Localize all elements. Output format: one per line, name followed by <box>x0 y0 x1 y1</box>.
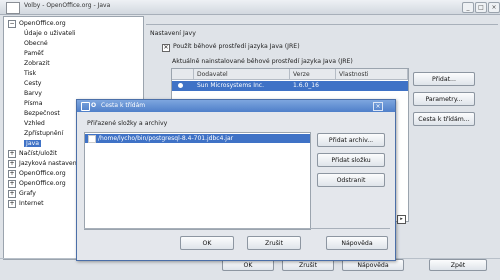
tree-item-colors[interactable]: Barvy <box>24 89 42 98</box>
tree-item-label: Vzhled <box>24 120 45 127</box>
classpath-list[interactable]: /home/lycho/bin/postgresql-8.4-701.jdbc4… <box>84 132 311 230</box>
tree-item-label: Tisk <box>24 70 37 77</box>
tree-item-label: Bezpečnost <box>24 110 60 117</box>
parameters-button[interactable]: Parametry... <box>413 92 475 106</box>
maximize-button[interactable]: □ <box>475 2 487 13</box>
close-button[interactable]: × <box>488 2 500 13</box>
tree-item-java[interactable]: Java <box>24 139 42 148</box>
tree-item-charts[interactable]: + Grafy <box>8 189 36 198</box>
tree-item-appearance[interactable]: Vzhled <box>24 119 45 128</box>
expand-icon[interactable]: + <box>8 200 16 208</box>
tree-item-security[interactable]: Bezpečnost <box>24 109 60 118</box>
tree-item-label: OpenOffice.org <box>19 170 66 177</box>
tree-item-label: Načíst/uložit <box>19 150 58 157</box>
scroll-right-icon[interactable]: ▸ <box>397 215 406 224</box>
tree-item-label: Zpřístupnění <box>24 130 64 137</box>
use-jre-checkbox[interactable]: ✕ <box>162 44 170 52</box>
minimize-button[interactable]: _ <box>462 2 474 13</box>
dialog-cancel-button[interactable]: Zrušit <box>247 236 301 250</box>
tree-item-accessibility[interactable]: Zpřístupnění <box>24 129 63 138</box>
add-folder-button[interactable]: Přidat složku <box>317 153 385 167</box>
tree-item-label: Paměť <box>24 50 44 57</box>
tree-item-user-data[interactable]: Údaje o uživateli <box>24 29 76 38</box>
tree-item-fonts[interactable]: Písma <box>24 99 43 108</box>
tree-item-label: Barvy <box>24 90 42 97</box>
dialog-divider <box>84 228 390 229</box>
dialog-title: Cesta k třídám <box>101 102 146 109</box>
expand-icon[interactable]: + <box>8 180 16 188</box>
tree-item-load-save[interactable]: + Načíst/uložit <box>8 149 57 158</box>
tree-item-openoffice-calc[interactable]: + OpenOffice.org <box>8 179 66 188</box>
table-header-vendor[interactable]: Dodavatel <box>194 69 290 80</box>
tree-item-label: Údaje o uživateli <box>24 30 76 37</box>
radio-selected-icon[interactable] <box>178 83 183 88</box>
list-item[interactable]: /home/lycho/bin/postgresql-8.4-701.jdbc4… <box>85 134 310 143</box>
use-jre-label: Použít běhové prostředí jazyka Java (JRE… <box>173 43 300 50</box>
list-item-path: /home/lycho/bin/postgresql-8.4-701.jdbc4… <box>98 135 234 142</box>
installed-jre-label: Aktuálně nainstalované běhové prostředí … <box>172 58 353 65</box>
back-button[interactable]: Zpět <box>429 259 487 271</box>
tree-item-label: Zobrazit <box>24 60 50 67</box>
tree-item-paths[interactable]: Cesty <box>24 79 41 88</box>
classpath-dialog: O Cesta k třídám × Přiřazené složky a ar… <box>76 99 396 261</box>
collapse-icon[interactable]: − <box>8 20 16 28</box>
dialog-menu-icon[interactable] <box>81 102 90 111</box>
tree-item-memory[interactable]: Paměť <box>24 49 44 58</box>
expand-icon[interactable]: + <box>8 150 16 158</box>
expand-icon[interactable]: + <box>8 160 16 168</box>
tree-item-general[interactable]: Obecné <box>24 39 48 48</box>
add-archive-button[interactable]: Přidat archiv... <box>317 133 385 147</box>
table-header-version[interactable]: Verze <box>290 69 336 80</box>
dialog-help-button[interactable]: Nápověda <box>326 236 388 250</box>
expand-icon[interactable]: + <box>8 170 16 178</box>
tree-item-label: Grafy <box>19 190 36 197</box>
remove-button[interactable]: Odstranit <box>317 173 385 187</box>
dialog-close-icon[interactable]: × <box>373 102 383 111</box>
tree-item-openoffice[interactable]: − OpenOffice.org <box>8 19 66 28</box>
table-row[interactable]: Sun Microsystems Inc. 1.6.0_16 <box>172 81 408 91</box>
add-jre-button[interactable]: Přidat... <box>413 72 475 86</box>
tree-item-label: OpenOffice.org <box>19 180 66 187</box>
tree-item-label: Cesty <box>24 80 42 87</box>
tree-item-internet[interactable]: + Internet <box>8 199 44 208</box>
dialog-ok-button[interactable]: OK <box>180 236 234 250</box>
app-icon <box>6 2 20 14</box>
jre-vendor: Sun Microsystems Inc. <box>197 82 264 89</box>
tree-item-label: Obecné <box>24 40 48 47</box>
assigned-list-label: Přiřazené složky a archivy <box>87 120 168 127</box>
window-title: Volby - OpenOffice.org - Java <box>24 2 111 9</box>
tree-item-language-settings[interactable]: + Jazyková nastavení <box>8 159 78 168</box>
tree-item-label: Java <box>24 140 42 147</box>
jar-file-icon <box>88 135 96 143</box>
table-header-select <box>172 69 194 80</box>
tree-item-openoffice-writer[interactable]: + OpenOffice.org <box>8 169 66 178</box>
table-header-features[interactable]: Vlastnosti <box>336 69 408 80</box>
tree-item-view[interactable]: Zobrazit <box>24 59 50 68</box>
tree-item-label: OpenOffice.org <box>19 20 66 27</box>
group-title: Nastavení Javy <box>150 30 196 37</box>
tree-item-label: Písma <box>24 100 43 107</box>
tree-item-print[interactable]: Tisk <box>24 69 36 78</box>
classpath-button[interactable]: Cesta k třídám... <box>413 112 475 126</box>
tree-item-label: Internet <box>19 200 44 207</box>
tree-item-label: Jazyková nastavení <box>19 160 79 167</box>
jre-version: 1.6.0_16 <box>293 82 319 89</box>
openoffice-icon: O <box>91 102 97 109</box>
expand-icon[interactable]: + <box>8 190 16 198</box>
